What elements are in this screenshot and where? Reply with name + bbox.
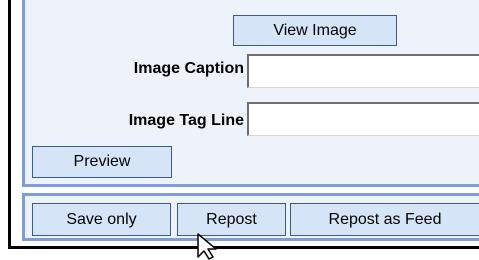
image-caption-input[interactable] [247, 54, 479, 88]
image-tag-line-label: Image Tag Line [128, 112, 244, 129]
image-caption-label: Image Caption [133, 60, 244, 77]
view-image-button[interactable]: View Image [233, 15, 397, 46]
preview-button[interactable]: Preview [32, 146, 172, 178]
repost-as-feed-button[interactable]: Repost as Feed [290, 203, 479, 236]
save-only-button[interactable]: Save only [32, 203, 171, 236]
repost-button[interactable]: Repost [177, 203, 286, 236]
image-tag-line-input[interactable] [247, 102, 479, 136]
